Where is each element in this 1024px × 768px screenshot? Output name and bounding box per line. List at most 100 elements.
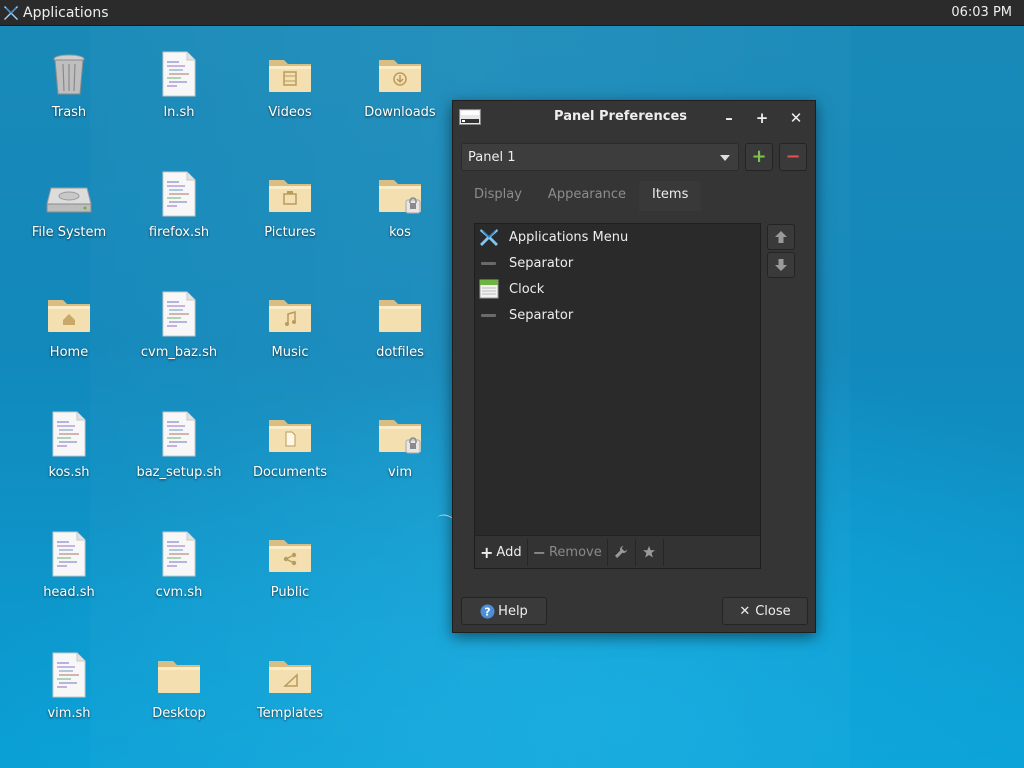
desktop-icon-label: Documents <box>252 465 328 480</box>
script-file-icon <box>155 410 203 458</box>
desktop-icon[interactable]: Documents <box>235 386 345 496</box>
move-up-button[interactable] <box>767 224 795 250</box>
preferences-tabs: Display Appearance Items <box>461 181 702 211</box>
panel-select[interactable]: Panel 1 <box>461 143 739 171</box>
list-item-label: Separator <box>509 307 574 323</box>
script-file-icon <box>45 651 93 699</box>
list-item-separator[interactable]: Separator <box>475 302 760 328</box>
separator-icon <box>479 253 499 273</box>
close-button[interactable]: ✕ Close <box>722 597 808 625</box>
desktop-icon[interactable]: cvm_baz.sh <box>124 266 234 376</box>
desktop-icon-label: head.sh <box>43 585 95 600</box>
maximize-button[interactable]: + <box>752 108 772 128</box>
tab-display[interactable]: Display <box>461 181 535 211</box>
remove-item-label: Remove <box>548 544 602 560</box>
close-label: Close <box>755 603 791 619</box>
wrench-icon <box>615 546 628 558</box>
desktop-icon[interactable]: Music <box>235 266 345 376</box>
panel-clock[interactable]: 06:03 PM <box>951 5 1024 20</box>
desktop-icon[interactable]: Public <box>235 506 345 616</box>
items-list: Applications Menu Separator Clock Separa… <box>474 223 761 569</box>
remove-panel-button[interactable]: − <box>779 143 807 171</box>
script-file-icon <box>155 170 203 218</box>
dialog-titlebar[interactable]: Panel Preferences – + ✕ <box>453 101 815 135</box>
separator-icon <box>479 305 499 325</box>
desktop-icon[interactable]: Desktop <box>124 627 234 737</box>
close-icon: ✕ <box>739 603 751 619</box>
desktop-icon[interactable]: Pictures <box>235 146 345 256</box>
list-item-clock[interactable]: Clock <box>475 276 760 302</box>
desktop-icon-label: Trash <box>51 105 87 120</box>
desktop-icon-label: File System <box>31 225 107 240</box>
applications-menu-label: Applications <box>23 4 109 21</box>
desktop-icon-label: vim <box>388 465 412 480</box>
xfce-logo-icon <box>4 5 18 20</box>
move-down-button[interactable] <box>767 252 795 278</box>
desktop-icon[interactable]: vim.sh <box>14 627 124 737</box>
chevron-down-icon <box>720 155 730 161</box>
locked-folder-icon <box>376 170 424 218</box>
add-panel-button[interactable]: + <box>745 143 773 171</box>
help-label: Help <box>498 603 528 619</box>
desktop-icon-label: kos.sh <box>48 465 90 480</box>
add-item-label: Add <box>496 544 522 560</box>
script-file-icon <box>155 290 203 338</box>
desktop-icon[interactable]: Templates <box>235 627 345 737</box>
desktop-icon-label: Pictures <box>264 225 316 240</box>
item-about-button[interactable] <box>636 539 663 566</box>
desktop-icon[interactable]: baz_setup.sh <box>124 386 234 496</box>
panel-selector-row: Panel 1 + − <box>461 143 809 171</box>
list-item-label: Applications Menu <box>509 229 629 245</box>
templates-folder-icon <box>266 651 314 699</box>
close-window-button[interactable]: ✕ <box>786 108 806 128</box>
desktop-icon[interactable]: head.sh <box>14 506 124 616</box>
desktop-icon[interactable]: kos.sh <box>14 386 124 496</box>
desktop-icon[interactable]: Trash <box>14 26 124 136</box>
list-item-label: Separator <box>509 255 574 271</box>
plus-icon: + <box>480 542 494 562</box>
list-item-separator[interactable]: Separator <box>475 250 760 276</box>
desktop-icon[interactable]: Home <box>14 266 124 376</box>
desktop-icon-label: firefox.sh <box>148 225 210 240</box>
panel-select-value: Panel 1 <box>468 149 516 165</box>
desktop-icon[interactable]: firefox.sh <box>124 146 234 256</box>
pictures-folder-icon <box>266 170 314 218</box>
tab-items[interactable]: Items <box>638 181 702 211</box>
desktop-icon[interactable]: Downloads <box>345 26 455 136</box>
list-item-applications-menu[interactable]: Applications Menu <box>475 224 760 250</box>
home-folder-icon <box>45 290 93 338</box>
list-item-label: Clock <box>509 281 545 297</box>
desktop-icon[interactable]: cvm.sh <box>124 506 234 616</box>
desktop-icon[interactable]: ln.sh <box>124 26 234 136</box>
minimize-button[interactable]: – <box>719 108 739 128</box>
remove-item-button[interactable]: − Remove <box>528 539 607 566</box>
plus-icon: + <box>751 146 767 167</box>
panel-preferences-dialog: Panel Preferences – + ✕ Panel 1 + − Disp… <box>452 100 816 633</box>
desktop-icon[interactable]: kos <box>345 146 455 256</box>
star-icon <box>643 546 656 558</box>
desktop-icon[interactable]: vim <box>345 386 455 496</box>
applications-menu-button[interactable]: Applications <box>0 0 115 26</box>
desktop-icon-label: ln.sh <box>163 105 195 120</box>
help-button[interactable]: ? Help <box>461 597 547 625</box>
desktop-icon[interactable]: dotfiles <box>345 266 455 376</box>
script-file-icon <box>45 530 93 578</box>
tab-appearance[interactable]: Appearance <box>535 181 639 211</box>
minus-icon: − <box>785 146 801 167</box>
xfce-logo-icon <box>479 227 499 247</box>
desktop-icon-label: Music <box>271 345 309 360</box>
toolbar-divider <box>662 538 664 566</box>
documents-folder-icon <box>266 410 314 458</box>
add-item-button[interactable]: + Add <box>475 539 527 566</box>
desktop-icon-label: Downloads <box>364 105 436 120</box>
desktop-icon-label: kos <box>389 225 411 240</box>
desktop-icon[interactable]: File System <box>14 146 124 256</box>
script-file-icon <box>155 530 203 578</box>
downloads-folder-icon <box>376 50 424 98</box>
desktop-icon-label: Videos <box>268 105 312 120</box>
script-file-icon <box>155 50 203 98</box>
folder-icon <box>376 290 424 338</box>
item-properties-button[interactable] <box>608 539 635 566</box>
arrow-up-icon <box>775 231 787 243</box>
desktop-icon[interactable]: Videos <box>235 26 345 136</box>
